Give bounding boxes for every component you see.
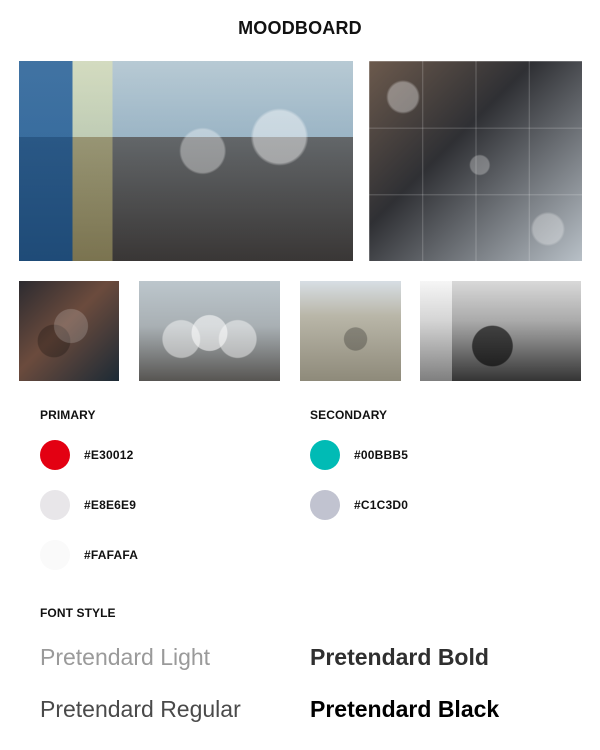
- primary-swatch-1: #E30012: [40, 440, 133, 470]
- font-sample-light: Pretendard Light: [40, 644, 211, 670]
- secondary-color-dot-2: [310, 490, 340, 520]
- primary-palette-label: PRIMARY: [40, 408, 96, 422]
- primary-color-dot-2: [40, 490, 70, 520]
- primary-color-dot-3: [40, 540, 70, 570]
- font-sample-regular: Pretendard Regular: [40, 696, 241, 722]
- primary-color-dot-1: [40, 440, 70, 470]
- primary-color-hex-1: #E30012: [84, 448, 134, 462]
- moodboard-image-portrait-grid: [369, 61, 582, 261]
- moodboard-image-small-2: [139, 281, 280, 381]
- secondary-color-dot-1: [310, 440, 340, 470]
- secondary-color-hex-2: #C1C3D0: [354, 498, 409, 512]
- secondary-palette-label: SECONDARY: [310, 408, 388, 422]
- moodboard-image-small-4: [420, 281, 581, 381]
- primary-color-hex-3: #FAFAFA: [84, 548, 139, 562]
- font-sample-black: Pretendard Black: [310, 696, 500, 722]
- secondary-color-hex-1: #00BBB5: [354, 448, 409, 462]
- primary-swatch-2: #E8E6E9: [40, 490, 136, 520]
- primary-swatch-3: #FAFAFA: [40, 540, 138, 570]
- secondary-swatch-1: #00BBB5: [310, 440, 408, 470]
- moodboard-image-hero: [19, 61, 353, 261]
- moodboard-image-small-3: [300, 281, 401, 381]
- font-style-label: FONT STYLE: [40, 606, 116, 620]
- font-sample-bold: Pretendard Bold: [310, 644, 489, 670]
- moodboard-image-small-1: [19, 281, 119, 381]
- secondary-swatch-2: #C1C3D0: [310, 490, 408, 520]
- page-title: MOODBOARD: [238, 18, 362, 38]
- primary-color-hex-2: #E8E6E9: [84, 498, 137, 512]
